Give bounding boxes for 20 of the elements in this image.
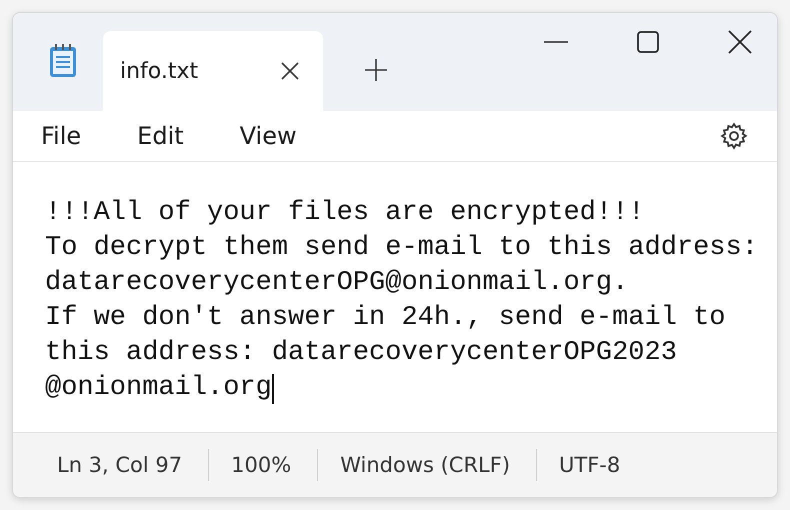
notepad-icon (47, 43, 79, 79)
file-tab[interactable]: info.txt (103, 31, 323, 111)
text-cursor (272, 374, 274, 404)
status-item: 100% (231, 453, 292, 477)
new-tab-icon[interactable] (365, 59, 387, 81)
text-line: If we don't answer in 24h., send e-mail to (45, 302, 726, 335)
text-line: datarecoverycenterOPG@onionmail.org. (45, 267, 628, 300)
menu-item[interactable]: Edit (137, 118, 184, 154)
text-line: @onionmail.org (45, 372, 272, 405)
text-editor[interactable] (13, 162, 777, 432)
close-tab-icon[interactable] (281, 62, 299, 80)
status-item: Ln 3, Col 97 (57, 453, 184, 477)
status-item: Windows (CRLF) (340, 453, 512, 477)
settings-icon[interactable] (719, 121, 749, 151)
text-line: To decrypt them send e-mail to this address: (45, 232, 758, 265)
text-line: this address: datarecoverycenterOPG2023 (45, 337, 677, 370)
text-line: !!!All of your files are encrypted!!! (45, 197, 644, 230)
status-item: UTF-8 (559, 453, 622, 477)
menu-item[interactable]: View (240, 118, 297, 154)
menu-item[interactable]: File (41, 118, 82, 154)
